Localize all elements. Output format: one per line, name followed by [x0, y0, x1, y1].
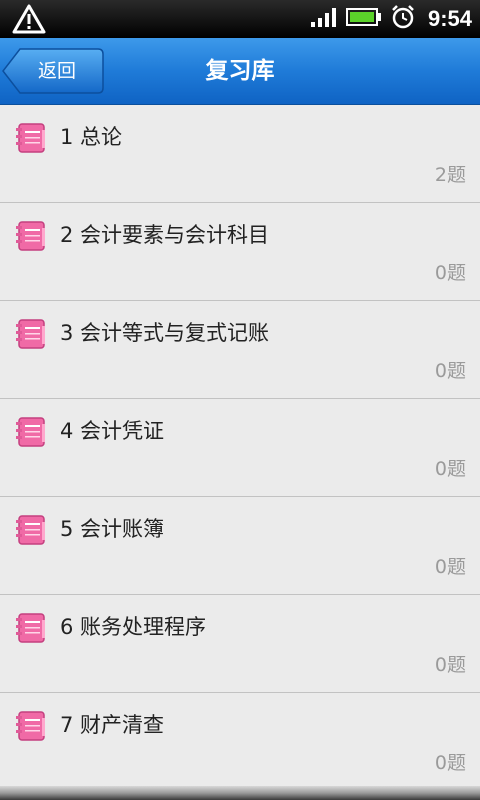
notebook-icon — [16, 318, 46, 350]
notebook-icon — [16, 514, 46, 546]
list-item[interactable]: 1 总论 2题 — [0, 105, 480, 203]
back-button[interactable]: 返回 — [2, 48, 104, 94]
item-title: 4 会计凭证 — [60, 419, 165, 443]
warning-icon — [12, 4, 46, 38]
item-count: 0题 — [434, 262, 466, 284]
item-count: 0题 — [434, 458, 466, 480]
notebook-icon — [16, 710, 46, 742]
item-title: 1 总论 — [60, 125, 123, 149]
item-title: 6 账务处理程序 — [60, 615, 207, 639]
item-title: 3 会计等式与复式记账 — [60, 321, 270, 345]
review-list: 1 总论 2题 2 会计要素与会计科目 0题 3 会计等式与复式记账 0题 4 … — [0, 105, 480, 791]
list-item[interactable]: 2 会计要素与会计科目 0题 — [0, 203, 480, 301]
item-title: 5 会计账簿 — [60, 517, 165, 541]
back-label: 返回 — [38, 60, 77, 82]
item-count: 2题 — [434, 164, 466, 186]
alarm-icon — [390, 4, 416, 34]
title-bar: 返回 复习库 — [0, 38, 480, 105]
signal-icon — [310, 6, 338, 32]
status-bar: 9:54 — [0, 0, 480, 38]
item-count: 0题 — [434, 556, 466, 578]
item-count: 0题 — [434, 654, 466, 676]
list-item[interactable]: 7 财产清查 0题 — [0, 693, 480, 791]
item-count: 0题 — [434, 360, 466, 382]
notebook-icon — [16, 416, 46, 448]
list-item[interactable]: 4 会计凭证 0题 — [0, 399, 480, 497]
notebook-icon — [16, 612, 46, 644]
list-item[interactable]: 5 会计账簿 0题 — [0, 497, 480, 595]
item-title: 2 会计要素与会计科目 — [60, 223, 270, 247]
list-item[interactable]: 6 账务处理程序 0题 — [0, 595, 480, 693]
bottom-bar — [0, 786, 480, 800]
notebook-icon — [16, 122, 46, 154]
list-item[interactable]: 3 会计等式与复式记账 0题 — [0, 301, 480, 399]
item-count: 0题 — [434, 752, 466, 774]
battery-icon — [345, 7, 382, 31]
clock: 9:54 — [427, 6, 472, 31]
notebook-icon — [16, 220, 46, 252]
item-title: 7 财产清查 — [60, 713, 165, 737]
